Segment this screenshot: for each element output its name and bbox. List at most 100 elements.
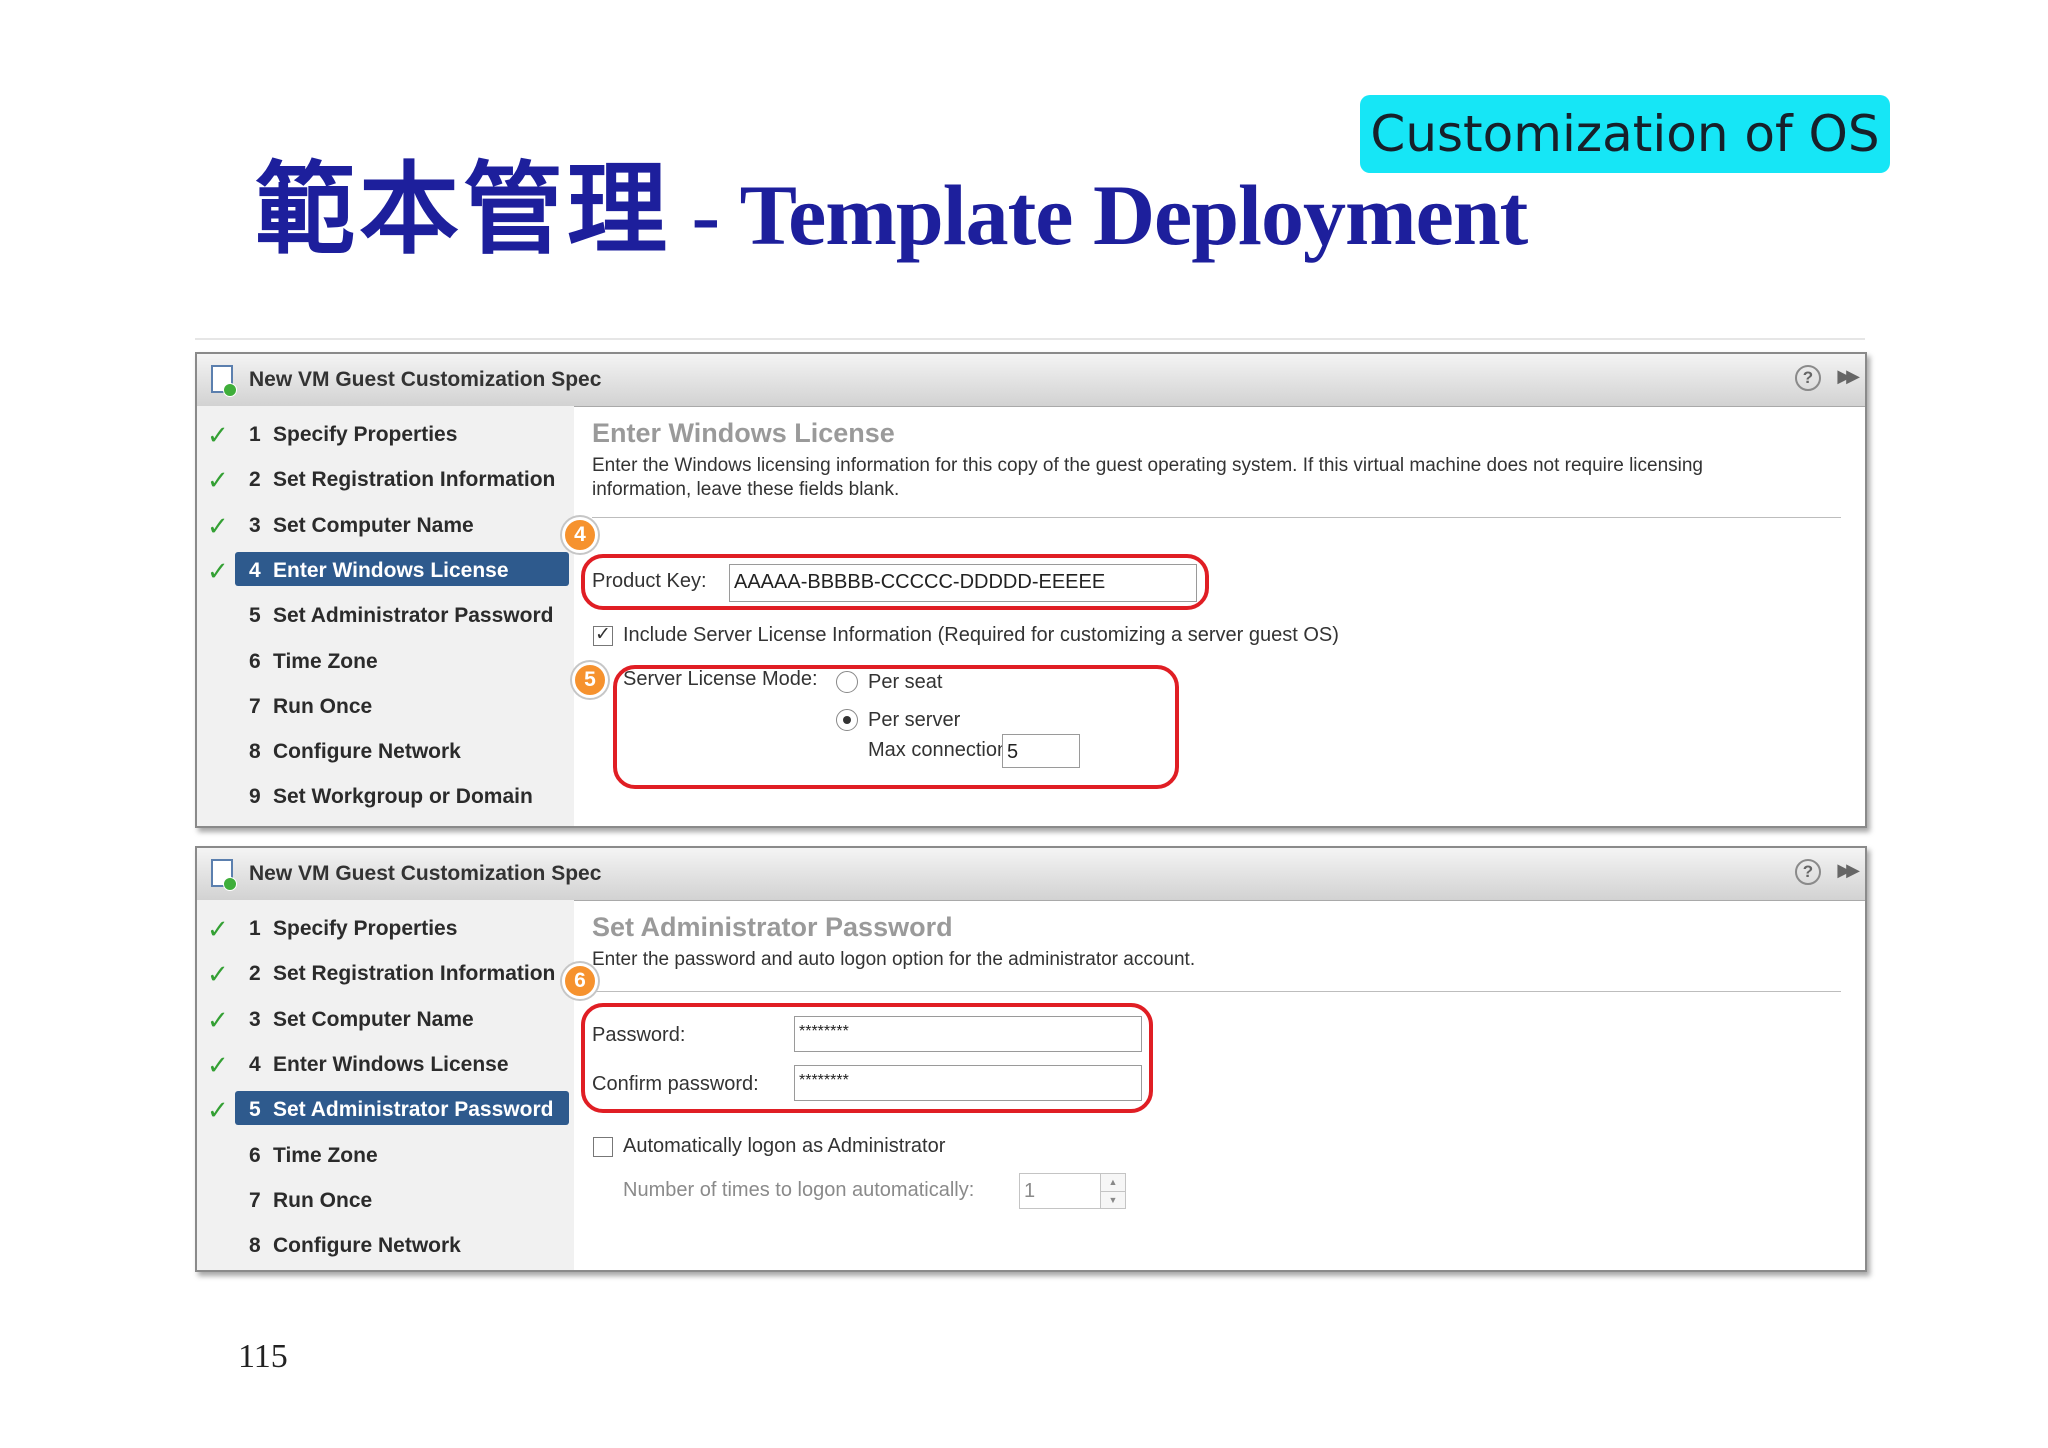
auto-logon-checkbox[interactable] [593, 1137, 613, 1157]
wizard-step-7[interactable]: 7 Run Once [197, 1181, 574, 1221]
confirm-password-input[interactable]: ******** [794, 1065, 1142, 1101]
dialog-title: New VM Guest Customization Spec [249, 368, 602, 391]
step-label: Specify Properties [273, 423, 458, 446]
checkmark-icon: ✓ [207, 465, 229, 496]
step-label: Set Computer Name [273, 1007, 474, 1031]
checkmark-icon: ✓ [207, 420, 229, 450]
step-label: Configure Network [273, 1234, 461, 1258]
step-marker-5: 5 [572, 662, 608, 698]
wizard-step-5[interactable]: ✓ 5 Set Administrator Password [197, 1090, 574, 1130]
step-number: 8 [249, 740, 261, 764]
step-label: Specify Properties [273, 917, 458, 940]
step-label: Time Zone [273, 649, 378, 673]
step-label: Set Registration Information [273, 468, 556, 492]
wizard-step-9[interactable]: 9 Set Workgroup or Domain [197, 777, 574, 817]
help-icon[interactable]: ? [1795, 859, 1821, 885]
step-label: Set Administrator Password [273, 604, 554, 628]
step-marker-6: 6 [562, 963, 598, 999]
step-marker-4: 4 [562, 517, 598, 553]
step-label: Configure Network [273, 740, 461, 764]
wizard-content: Set Administrator Password Enter the pas… [562, 900, 1865, 1270]
divider [195, 338, 1865, 340]
divider [592, 517, 1841, 518]
dialog-windows-license: New VM Guest Customization Spec ? ▶▶ ✓ 1 S… [195, 352, 1867, 828]
dialog-titlebar: New VM Guest Customization Spec ? ▶▶ [197, 848, 1865, 901]
wizard-step-1[interactable]: ✓ 1 Specify Properties [197, 909, 574, 949]
checkmark-icon: ✓ [207, 959, 229, 990]
password-input[interactable]: ******** [794, 1016, 1142, 1052]
checkmark-icon: ✓ [207, 1004, 229, 1035]
wizard-step-4[interactable]: ✓ 4 Enter Windows License [197, 1045, 574, 1085]
step-number: 1 [249, 917, 261, 940]
wizard-step-2[interactable]: ✓ 2 Set Registration Information [197, 954, 574, 994]
expand-icon[interactable]: ▶▶ [1837, 366, 1860, 387]
step-number: 3 [249, 513, 261, 537]
step-number: 2 [249, 468, 261, 492]
step-label: Run Once [273, 1188, 373, 1212]
page-description: Enter the password and auto logon option… [592, 949, 1196, 970]
slide-title-cjk: 範本管理 [255, 155, 671, 266]
step-number: 7 [249, 694, 261, 718]
wizard-content: Enter Windows License Enter the Windows … [562, 406, 1865, 826]
wizard-step-3[interactable]: ✓ 3 Set Computer Name [197, 1000, 574, 1040]
checkmark-icon: ✓ [207, 914, 229, 944]
per-seat-radio[interactable] [836, 671, 858, 693]
slide-title: 範本管理 - Template Deployment [255, 128, 1529, 273]
server-license-checkbox-label: Include Server License Information (Requ… [623, 624, 1339, 646]
password-label: Password: [592, 1024, 686, 1046]
page-heading: Enter Windows License [592, 418, 895, 448]
auto-logon-label: Automatically logon as Administrator [623, 1135, 946, 1157]
wizard-step-1[interactable]: ✓ 1 Specify Properties [197, 415, 574, 455]
step-label: Time Zone [273, 1143, 378, 1167]
wizard-step-8[interactable]: 8 Configure Network [197, 1226, 574, 1266]
confirm-password-label: Confirm password: [592, 1073, 759, 1095]
step-number: 4 [249, 1052, 261, 1076]
help-icon[interactable]: ? [1795, 365, 1821, 391]
step-label: Run Once [273, 694, 373, 718]
step-label: Set Computer Name [273, 513, 474, 537]
slide-number: 115 [238, 1338, 288, 1375]
dialog-admin-password: New VM Guest Customization Spec ? ▶▶ ✓ 1 S… [195, 846, 1867, 1272]
step-number: 5 [249, 604, 261, 628]
step-label: Set Administrator Password [273, 1098, 554, 1122]
expand-icon[interactable]: ▶▶ [1837, 860, 1860, 881]
page-heading: Set Administrator Password [592, 912, 953, 942]
checkmark-icon: ✓ [207, 1095, 229, 1126]
wizard-step-6[interactable]: 6 Time Zone [197, 642, 574, 682]
per-server-radio[interactable] [836, 709, 858, 731]
wizard-step-6[interactable]: 6 Time Zone [197, 1136, 574, 1176]
topic-badge: Customization of OS [1360, 95, 1890, 173]
step-number: 1 [249, 423, 261, 446]
divider [592, 991, 1841, 992]
step-number: 8 [249, 1234, 261, 1258]
step-number: 6 [249, 1143, 261, 1167]
new-document-icon [211, 365, 237, 397]
product-key-label: Product Key: [592, 570, 707, 592]
wizard-step-2[interactable]: ✓ 2 Set Registration Information [197, 460, 574, 500]
wizard-step-5[interactable]: 5 Set Administrator Password [197, 596, 574, 636]
wizard-step-3[interactable]: ✓ 3 Set Computer Name [197, 506, 574, 546]
spinner-up-icon[interactable]: ▲ [1101, 1174, 1125, 1192]
step-number: 6 [249, 649, 261, 673]
max-connections-input[interactable]: 5 [1002, 734, 1080, 768]
wizard-steps: ✓ 1 Specify Properties ✓ 2 Set Registration I… [197, 406, 574, 826]
logon-times-label: Number of times to logon automatically: [623, 1179, 975, 1201]
server-license-mode-label: Server License Mode: [623, 668, 818, 690]
step-label: Enter Windows License [273, 1052, 509, 1076]
wizard-step-4[interactable]: ✓ 4 Enter Windows License [197, 551, 574, 591]
wizard-step-8[interactable]: 8 Configure Network [197, 732, 574, 772]
logon-times-spinner[interactable]: ▲ ▼ [1100, 1173, 1126, 1209]
product-key-input[interactable]: AAAAA-BBBBB-CCCCC-DDDDD-EEEEE [729, 564, 1197, 602]
step-label: Set Registration Information [273, 962, 556, 986]
logon-times-input[interactable]: 1 [1019, 1173, 1101, 1209]
slide-title-english: - Template Deployment [671, 167, 1529, 263]
step-number: 3 [249, 1007, 261, 1031]
per-seat-label: Per seat [868, 671, 943, 693]
new-document-icon [211, 859, 237, 891]
wizard-step-7[interactable]: 7 Run Once [197, 687, 574, 727]
spinner-down-icon[interactable]: ▼ [1101, 1192, 1125, 1209]
server-license-checkbox[interactable]: ✓ [593, 625, 613, 646]
step-label: Enter Windows License [273, 558, 509, 582]
step-number: 7 [249, 1188, 261, 1212]
checkmark-icon: ✓ [207, 1049, 229, 1080]
